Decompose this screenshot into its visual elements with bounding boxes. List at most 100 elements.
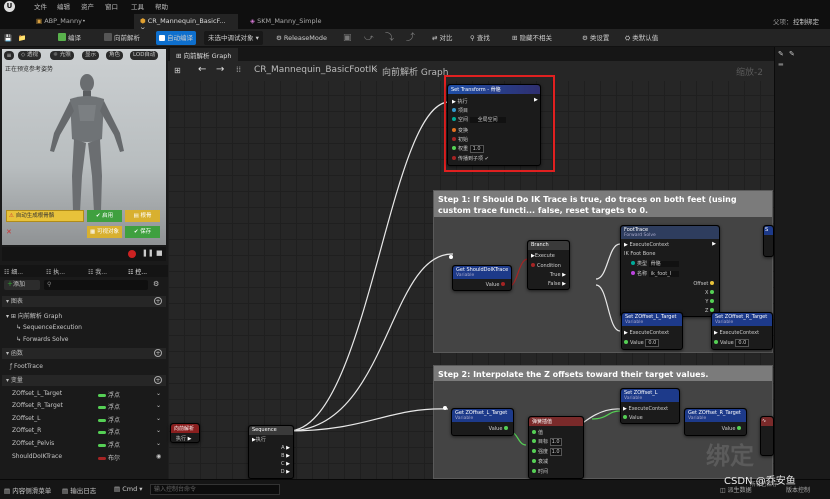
offset-pin[interactable]: Offset: [693, 281, 716, 287]
value-pin[interactable]: Value: [722, 426, 743, 432]
forward-solve-button[interactable]: 向前解析: [104, 31, 140, 45]
variable-type[interactable]: 浮点: [98, 440, 120, 449]
propagate-pin[interactable]: 传播到子项 ✔: [452, 155, 489, 162]
set-transform-node[interactable]: Set Transform - 骨骼 ▶ 执行 ▶ 项目 空间 全局空间 变换 …: [447, 84, 541, 166]
graph-child-item[interactable]: ↳ Forwards Solve: [16, 336, 69, 343]
menu-file[interactable]: 文件: [34, 1, 47, 11]
pencil-icon[interactable]: ✎: [778, 50, 784, 58]
variable-row[interactable]: ZOffset_Pelvis: [12, 440, 54, 447]
exec-pin[interactable]: ▶执行: [252, 436, 266, 443]
variable-row[interactable]: ZOffset_L_Target: [12, 390, 62, 397]
ik-foot-bone-pin[interactable]: IK Foot Bone: [624, 251, 655, 257]
pause-icon[interactable]: ❚❚: [142, 249, 154, 257]
find-button[interactable]: ⚲ 查找: [470, 31, 490, 45]
tab-execution[interactable]: ☷ 执...: [46, 267, 65, 276]
variable-type[interactable]: 浮点: [98, 427, 120, 436]
forward-solve-event-node[interactable]: 向前解析 执行 ▶: [170, 423, 200, 443]
enable-button[interactable]: ✔ 启用: [87, 210, 122, 222]
exec-pin[interactable]: ▶ 执行: [452, 98, 467, 105]
viewport-lit-button[interactable]: ☼ 光照: [50, 51, 74, 60]
class-settings-button[interactable]: ⚙ 类设置: [582, 31, 609, 45]
debug-object-select[interactable]: 未选中调试对象 ▾: [204, 31, 263, 45]
menu-help[interactable]: 帮助: [155, 1, 168, 11]
browse-icon[interactable]: 📁: [18, 31, 26, 45]
cmd-dropdown[interactable]: ▤ Cmd ▾: [114, 485, 143, 493]
save-icon[interactable]: 💾: [4, 31, 12, 45]
graph-child-item[interactable]: ↳ SequenceExecution: [16, 324, 82, 331]
add-button[interactable]: ＋添加: [4, 280, 40, 290]
condition-pin[interactable]: Condition: [531, 263, 561, 269]
content-drawer-button[interactable]: ▤ 内容侧滑菜单: [4, 485, 51, 495]
settings-gear-icon[interactable]: ⚙: [153, 280, 159, 288]
viewport-menu-icon[interactable]: ≡: [4, 51, 14, 60]
execute-pin[interactable]: ▶Execute: [531, 253, 555, 259]
auto-root-button[interactable]: ⚠ 自动生成根骨骼: [6, 210, 84, 222]
y-pin[interactable]: Y: [705, 299, 716, 305]
chevron-down-icon[interactable]: ⌄: [156, 390, 161, 397]
set-zoffset-r-target-node[interactable]: Set ZOffset_R_Target Variable ▶ ExecuteCo…: [711, 312, 773, 350]
reroute-node[interactable]: [443, 406, 447, 410]
auto-compile-toggle[interactable]: 自动编译: [156, 31, 196, 45]
pencil-icon[interactable]: ✎: [789, 50, 795, 58]
viewport-lod-button[interactable]: LOD自动: [130, 51, 159, 60]
step-out-icon[interactable]: ⤴: [406, 31, 415, 45]
tab-skm-manny[interactable]: ◈ SKM_Manny_Simple: [244, 14, 344, 29]
target-pin[interactable]: 目标 1.0: [532, 438, 562, 446]
step-over-icon[interactable]: ⤻: [364, 31, 374, 45]
class-defaults-button[interactable]: ⛭ 类默认值: [625, 31, 658, 45]
execute-context-pin[interactable]: ▶ ExecuteContext: [623, 406, 668, 412]
menu-assets[interactable]: 资产: [81, 1, 94, 11]
add-function-icon[interactable]: +: [154, 349, 162, 357]
value-pin[interactable]: Value 0.0: [624, 339, 660, 347]
value-pin[interactable]: Value 0.0: [714, 339, 750, 347]
value-pin[interactable]: Value: [486, 282, 507, 288]
foottrace-node[interactable]: FootTrace Forward Solve ▶ ExecuteContext …: [620, 225, 720, 317]
variable-type[interactable]: 布尔: [98, 453, 120, 462]
chevron-down-icon[interactable]: ⌄: [156, 402, 161, 409]
blueprint-search-input[interactable]: ⚲: [44, 280, 148, 290]
offscreen-node[interactable]: S: [763, 225, 774, 257]
variable-type[interactable]: 浮点: [98, 390, 120, 399]
menu-edit[interactable]: 编辑: [57, 1, 70, 11]
item-pin[interactable]: 项目: [452, 107, 468, 114]
graph-item[interactable]: ▾ ⊞ 向前解析 Graph: [6, 311, 62, 320]
release-mode-button[interactable]: ⚙ ReleaseMode: [276, 31, 327, 45]
set-zoffset-l-node[interactable]: Set ZOffset_L Variable ▶ ExecuteContext V…: [620, 388, 680, 424]
eye-icon[interactable]: ◉: [156, 453, 161, 460]
visible-objects-button[interactable]: ▦ 可视对象: [87, 226, 122, 238]
exec-pin[interactable]: 执行 ▶: [176, 435, 191, 442]
x-pin[interactable]: X: [705, 290, 716, 296]
get-zoffset-r-target-node[interactable]: Get ZOffset_R_Target Variable Value: [684, 408, 747, 436]
functions-section-header[interactable]: ▾ 函数: [2, 348, 166, 359]
chevron-down-icon[interactable]: ⌄: [156, 440, 161, 447]
offscreen-node[interactable]: ∿: [760, 416, 774, 456]
viewport-perspective-button[interactable]: ◇ 透视: [18, 51, 41, 60]
execute-context-pin[interactable]: ▶ ExecuteContext: [714, 330, 759, 336]
spring-interp-node[interactable]: 弹簧插值 值 目标 1.0 强度 1.0 衰减 时间: [528, 416, 584, 479]
chevron-down-icon[interactable]: ⌄: [156, 427, 161, 434]
viewport[interactable]: ≡ ◇ 透视 ☼ 光照 显示 角色 LOD自动 正在预览参考姿势 ⚠ 自动生成根…: [2, 49, 166, 245]
save-pose-button[interactable]: ✔ 保存: [125, 226, 160, 238]
tab-control-rig[interactable]: ⬢ CR_Mannequin_BasicF... ×: [134, 14, 238, 33]
tab-my-blueprint[interactable]: ☷ 我...: [88, 267, 107, 276]
damping-pin[interactable]: 衰减: [532, 458, 548, 465]
compile-button[interactable]: 编译: [58, 31, 81, 45]
true-pin[interactable]: True ▶: [550, 272, 566, 278]
get-zoffset-l-target-node[interactable]: Get ZOffset_L_Target Variable Value: [451, 408, 514, 436]
step-icon[interactable]: ▣: [343, 31, 352, 45]
name-pin[interactable]: 名称 ik_foot_l: [631, 270, 680, 277]
variable-type[interactable]: 浮点: [98, 402, 120, 411]
exec-out-pin[interactable]: ▶: [712, 241, 716, 247]
record-icon[interactable]: [128, 250, 136, 258]
tab-abp-manny[interactable]: ▣ ABP_Manny•: [30, 14, 128, 29]
space-pin[interactable]: 空间 全局空间: [452, 116, 506, 123]
weight-pin[interactable]: 权重 1.0: [452, 145, 484, 153]
variable-row[interactable]: ZOffset_R_Target: [12, 402, 63, 409]
menu-window[interactable]: 窗口: [105, 1, 118, 11]
output-log-button[interactable]: ▤ 输出日志: [62, 485, 96, 495]
variable-row[interactable]: ShouldDoIKTrace: [12, 453, 62, 460]
type-pin[interactable]: 类型 骨骼: [631, 260, 679, 267]
exec-out-pin[interactable]: ▶: [534, 97, 538, 103]
viewport-show-button[interactable]: 显示: [82, 51, 100, 60]
out-b-pin[interactable]: B ▶: [281, 453, 290, 459]
